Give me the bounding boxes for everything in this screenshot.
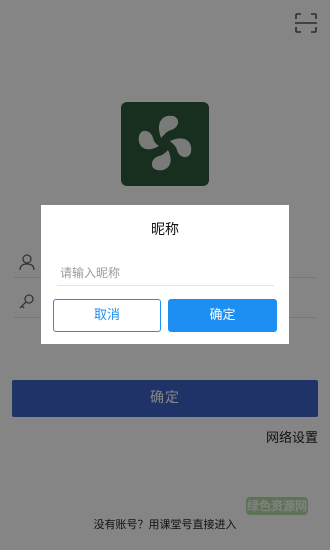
cancel-button[interactable]: 取消 — [53, 299, 161, 332]
nickname-dialog: 昵称 取消 确定 — [41, 205, 289, 344]
ok-button[interactable]: 确定 — [168, 299, 277, 332]
dialog-title: 昵称 — [151, 222, 179, 238]
nickname-input[interactable] — [57, 261, 274, 286]
